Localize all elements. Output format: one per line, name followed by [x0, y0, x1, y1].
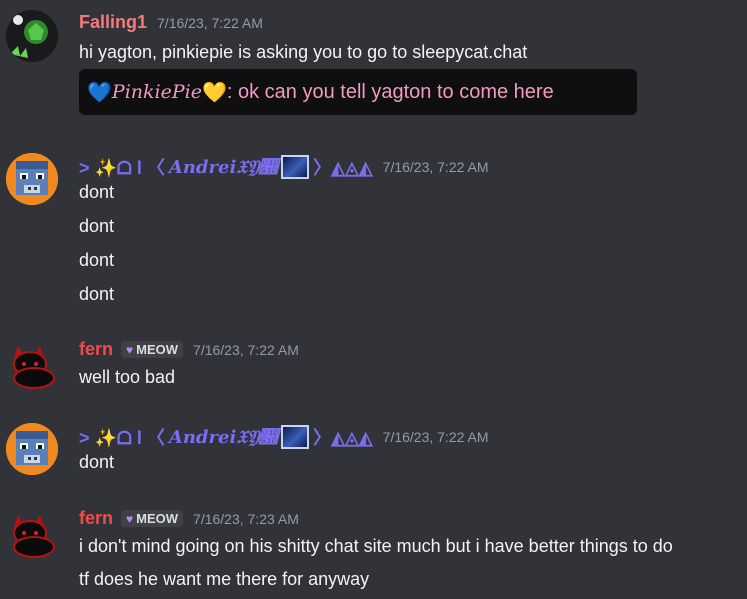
role-tag[interactable]: ♥ MEOW — [121, 510, 184, 527]
embed-author: PinkiePie — [111, 81, 202, 103]
avatar-image — [13, 515, 55, 558]
space-image-icon — [281, 155, 310, 179]
message-text: dont — [79, 452, 115, 472]
message-text: hi yagton, pinkiepie is asking you to go… — [79, 42, 528, 62]
timestamp: 7/16/23, 7:22 AM — [382, 429, 489, 445]
timestamp: 7/16/23, 7:22 AM — [157, 14, 263, 31]
author-main: Andrei𝔛𝔜𝔝 — [168, 426, 278, 448]
message-group: fern ♥ MEOW 7/16/23, 7:22 AM well too ba… — [0, 325, 747, 395]
message-group: fern ♥ MEOW 7/16/23, 7:23 AM i don't min… — [0, 494, 747, 599]
role-tag[interactable]: ♥ MEOW — [121, 341, 184, 358]
message-group: Falling1 7/16/23, 7:22 AM hi yagton, pin… — [0, 0, 747, 120]
author-name[interactable]: > ✨ᗝ l 〈 Andrei𝔛𝔜𝔝 〉◭◬◭ — [79, 424, 373, 450]
avatar-image — [6, 10, 58, 62]
author-prefix: > ✨ᗝ l 〈 — [79, 428, 165, 448]
message-group: > ✨ᗝ l 〈 Andrei𝔛𝔜𝔝 〉◭◬◭ 7/16/23, 7:22 AM… — [0, 140, 747, 310]
message-group: > ✨ᗝ l 〈 Andrei𝔛𝔜𝔝 〉◭◬◭ 7/16/23, 7:22 AM… — [0, 410, 747, 480]
author-main: Andrei𝔛𝔜𝔝 — [168, 156, 278, 178]
timestamp: 7/16/23, 7:22 AM — [193, 341, 299, 358]
message-text: dont — [79, 250, 115, 270]
author-suffix: 〉◭◬◭ — [313, 158, 373, 178]
blue-heart-icon: 💙 — [87, 81, 112, 104]
role-tag-label: MEOW — [136, 342, 179, 357]
message-text: dont — [79, 216, 115, 236]
role-tag-label: MEOW — [136, 511, 179, 526]
avatar[interactable] — [6, 509, 58, 561]
author-suffix: 〉◭◬◭ — [313, 428, 373, 448]
author-name[interactable]: Falling1 — [79, 12, 147, 33]
purple-heart-icon: ♥ — [126, 342, 134, 357]
avatar-image — [13, 346, 55, 389]
purple-heart-icon: ♥ — [126, 511, 134, 526]
space-image-icon — [281, 425, 310, 449]
timestamp: 7/16/23, 7:22 AM — [382, 159, 489, 175]
message-text: i don't mind going on his shitty chat si… — [79, 536, 673, 556]
quoted-image-embed[interactable]: 💙 PinkiePie 💛 : ok can you tell yagton t… — [79, 69, 637, 115]
author-name[interactable]: fern — [79, 508, 113, 529]
avatar[interactable] — [6, 10, 58, 62]
yellow-heart-icon: 💛 — [201, 81, 227, 104]
author-name[interactable]: fern — [79, 339, 113, 360]
avatar-image — [6, 423, 58, 475]
embed-text: : ok can you tell yagton to come here — [226, 80, 554, 103]
timestamp: 7/16/23, 7:23 AM — [193, 510, 299, 527]
message-text: well too bad — [79, 367, 176, 387]
avatar[interactable] — [6, 423, 58, 475]
message-text: tf does he want me there for anyway — [79, 569, 370, 589]
author-prefix: > ✨ᗝ l 〈 — [79, 158, 165, 178]
message-text: dont — [79, 182, 115, 202]
avatar[interactable] — [6, 340, 58, 392]
author-name[interactable]: > ✨ᗝ l 〈 Andrei𝔛𝔜𝔝 〉◭◬◭ — [79, 154, 373, 180]
avatar[interactable] — [6, 153, 58, 205]
message-text: dont — [79, 284, 115, 304]
avatar-image — [6, 153, 58, 205]
